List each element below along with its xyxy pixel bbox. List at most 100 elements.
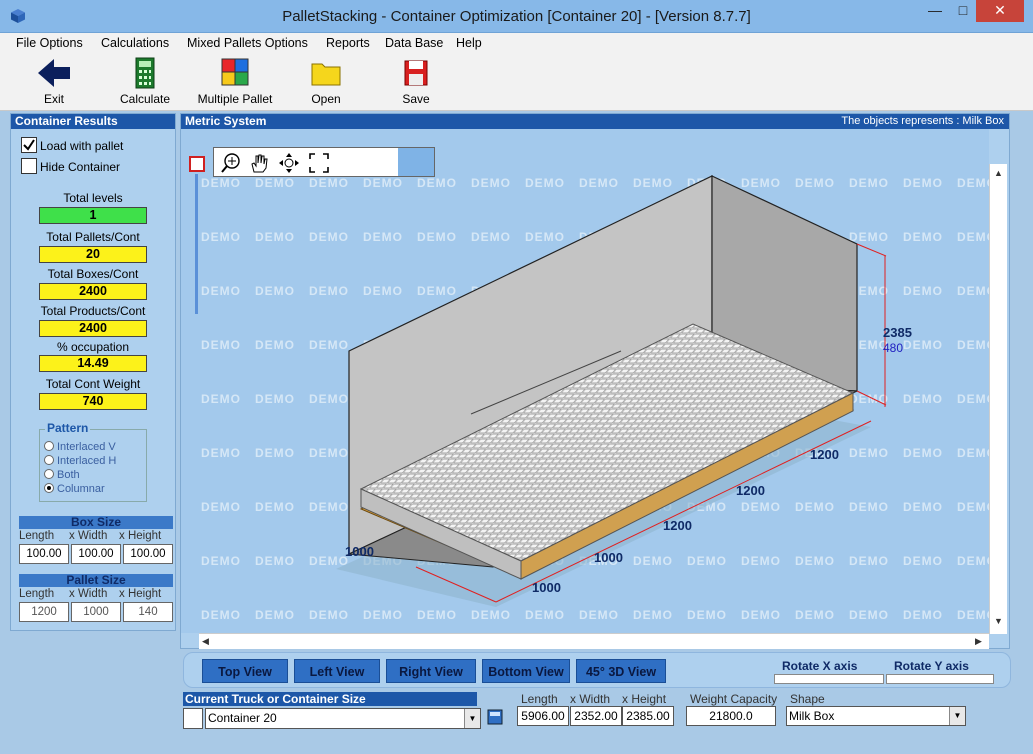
scroll-left-arrow[interactable]: ◀: [202, 636, 209, 647]
scroll-down-arrow[interactable]: ▼: [994, 616, 1003, 626]
toolbar: Exit Calculate Multiple Pallet Open Save: [0, 54, 1033, 111]
weight-capacity-input[interactable]: 21800.0: [686, 706, 776, 726]
container-render: [336, 175, 887, 607]
pallet-height-input[interactable]: 140: [123, 602, 173, 622]
box-length-input[interactable]: 100.00: [19, 544, 69, 564]
dim-height-secondary-label: 480: [883, 341, 904, 355]
dim-line: [856, 390, 887, 406]
container-size-value: Container 20: [208, 711, 277, 725]
radio-dot-selected[interactable]: [44, 483, 54, 493]
menu-reports[interactable]: Reports: [326, 36, 370, 50]
dim-1000-label: 1000: [345, 544, 374, 559]
scroll-up-arrow[interactable]: ▲: [994, 168, 1003, 178]
container-size-select[interactable]: Container 20 ▼: [205, 708, 481, 729]
pattern-option-label: Both: [57, 469, 80, 481]
total-pallets-label: Total Pallets/Cont: [46, 230, 140, 244]
pattern-radio-interlaced-h[interactable]: Interlaced H: [44, 455, 116, 467]
dim-1200-label: 1200: [663, 518, 692, 533]
menu-bar: File Options Calculations Mixed Pallets …: [0, 33, 1033, 54]
fit-view-icon[interactable]: [308, 152, 330, 174]
minimize-button[interactable]: —: [922, 0, 948, 22]
zoom-slider-handle[interactable]: [189, 156, 205, 172]
menu-file-options[interactable]: File Options: [16, 36, 83, 50]
pattern-radio-columnar[interactable]: Columnar: [44, 483, 105, 495]
view-header: Metric System The objects represents : M…: [181, 114, 1009, 129]
pan-hand-icon[interactable]: [248, 152, 270, 174]
menu-mixed-pallets-options[interactable]: Mixed Pallets Options: [187, 36, 308, 50]
calculate-button[interactable]: Calculate: [116, 56, 174, 108]
vertical-scrollbar[interactable]: ▲ ▼: [989, 164, 1007, 634]
horizontal-scrollbar[interactable]: ◀ ▶: [199, 633, 989, 649]
menu-calculations[interactable]: Calculations: [101, 36, 169, 50]
dim-1200-label: 1200: [736, 483, 765, 498]
rotate-x-slider[interactable]: [774, 674, 884, 684]
pattern-radio-both[interactable]: Both: [44, 469, 80, 481]
shape-select[interactable]: Milk Box ▼: [786, 706, 966, 726]
shape-value: Milk Box: [789, 709, 835, 723]
radio-dot[interactable]: [44, 469, 54, 479]
rotate-y-label: Rotate Y axis: [894, 659, 969, 673]
rotate-x-label: Rotate X axis: [782, 659, 858, 673]
save-label: Save: [402, 92, 430, 106]
dim-1200-label: 1200: [810, 447, 839, 462]
container-width-label: x Width: [570, 692, 611, 706]
unit-system-label: Metric System: [185, 114, 267, 128]
pallet-width-label: x Width: [69, 588, 108, 600]
box-height-input[interactable]: 100.00: [123, 544, 173, 564]
zoom-slider-track[interactable]: [195, 174, 198, 314]
checkbox-box[interactable]: [21, 137, 37, 153]
3d-view-button[interactable]: 45° 3D View: [576, 659, 666, 683]
objects-represent-label: The objects represents : Milk Box: [841, 115, 1004, 127]
floppy-disk-icon: [404, 60, 428, 86]
dim-height-label: 2385: [883, 325, 912, 340]
render-canvas[interactable]: DEMO DEMO DEMO DEMO DEMO DEMO DEMO DEMO DEMO DEMO…: [181, 129, 989, 633]
left-view-button[interactable]: Left View: [294, 659, 380, 683]
rotate-y-slider[interactable]: [886, 674, 994, 684]
pattern-radio-interlaced-v[interactable]: Interlaced V: [44, 441, 116, 453]
container-size-header: Current Truck or Container Size: [183, 692, 477, 706]
container-width-input[interactable]: 2352.00: [570, 706, 622, 726]
pallet-length-input[interactable]: 1200: [19, 602, 69, 622]
box-height-label: x Height: [119, 530, 162, 542]
container-length-input[interactable]: 5906.00: [517, 706, 569, 726]
dim-1000-label: 1000: [532, 580, 561, 595]
menu-data-base[interactable]: Data Base: [385, 36, 443, 50]
chevron-down-icon[interactable]: ▼: [949, 707, 965, 725]
open-button[interactable]: Open: [305, 56, 347, 108]
hide-container-checkbox[interactable]: Hide Container: [21, 158, 171, 176]
save-button[interactable]: Save: [396, 56, 436, 108]
calculate-label: Calculate: [119, 92, 171, 106]
box-width-input[interactable]: 100.00: [71, 544, 121, 564]
rotate-icon[interactable]: [278, 152, 300, 174]
radio-dot[interactable]: [44, 455, 54, 465]
container-height-input[interactable]: 2385.00: [622, 706, 674, 726]
container-color-box: [183, 708, 203, 729]
load-with-pallet-checkbox[interactable]: Load with pallet: [21, 137, 171, 155]
checkbox-box[interactable]: [21, 158, 37, 174]
pallet-size-header: Pallet Size: [19, 574, 173, 587]
zoom-icon[interactable]: [220, 152, 242, 174]
occupation-value: 14.49: [39, 355, 147, 372]
maximize-button[interactable]: □: [950, 0, 976, 22]
folder-icon: [311, 63, 341, 86]
dim-1000-label: 1000: [594, 550, 623, 565]
pallet-size-labels: Length x Width x Height: [19, 588, 179, 601]
pallet-height-label: x Height: [119, 588, 162, 600]
back-arrow-icon: [38, 59, 70, 87]
multiple-pallet-button[interactable]: Multiple Pallet: [190, 56, 280, 108]
right-view-button[interactable]: Right View: [386, 659, 476, 683]
container-length-label: Length: [521, 692, 558, 706]
bottom-view-button[interactable]: Bottom View: [482, 659, 570, 683]
weight-capacity-label: Weight Capacity: [690, 692, 778, 706]
scroll-right-arrow[interactable]: ▶: [975, 636, 982, 647]
radio-dot[interactable]: [44, 441, 54, 451]
chevron-down-icon[interactable]: ▼: [464, 709, 480, 728]
exit-button[interactable]: Exit: [30, 56, 78, 108]
menu-help[interactable]: Help: [456, 36, 482, 50]
pallet-width-input[interactable]: 1000: [71, 602, 121, 622]
top-view-button[interactable]: Top View: [202, 659, 288, 683]
box-size-labels: Length x Width x Height: [19, 530, 179, 543]
close-button[interactable]: ✕: [976, 0, 1024, 22]
container-calculator-icon[interactable]: [487, 709, 503, 725]
pattern-option-label: Interlaced V: [57, 441, 116, 453]
